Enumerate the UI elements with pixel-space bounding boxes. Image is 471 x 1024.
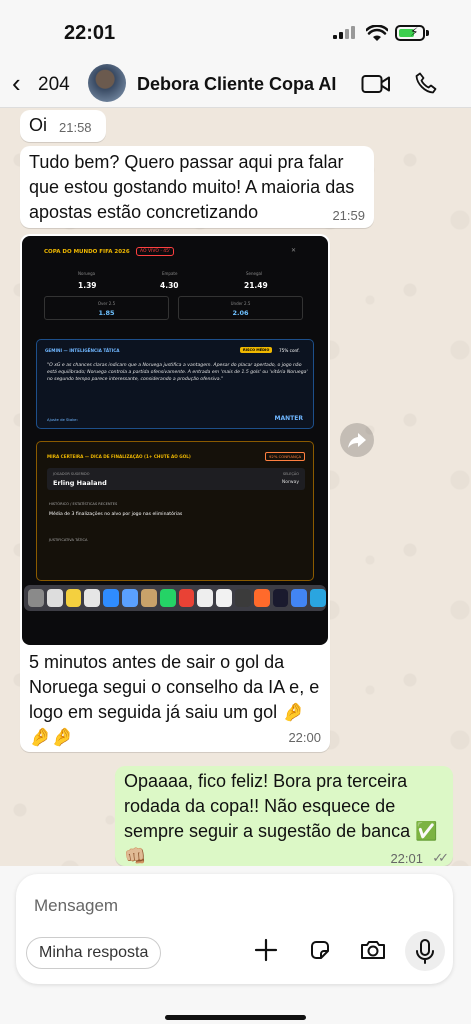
confidence-label: 75% conf.	[279, 348, 300, 353]
live-badge: AO VIVO · 45'	[136, 247, 175, 256]
total-value: 1.85	[98, 309, 115, 317]
plus-icon[interactable]	[254, 938, 278, 962]
odds-label: Empate	[162, 271, 178, 276]
voice-message-button[interactable]	[405, 931, 445, 971]
message-time: 22:01	[390, 851, 423, 866]
player-name: Erling Haaland	[53, 479, 107, 487]
stake-action: MANTER	[274, 415, 303, 422]
message-input[interactable]: Mensagem	[34, 896, 118, 916]
justification-label: JUSTIFICATIVA TÁTICA	[49, 538, 88, 542]
contact-name[interactable]: Debora Cliente Copa AI	[137, 74, 336, 95]
wifi-icon	[366, 25, 388, 41]
message-time: 21:58	[59, 120, 92, 135]
player-box: JOGADOR SUGERIDO Erling Haaland SELEÇÃO …	[47, 468, 305, 490]
camera-icon[interactable]	[359, 938, 387, 962]
attached-screenshot-image[interactable]: COPA DO MUNDO FIFA 2026 AO VIVO · 45' ✕ …	[22, 236, 328, 645]
total-label: Under 2.5	[230, 301, 251, 306]
gemini-title: GEMINI — INTELIGÊNCIA TÁTICA	[45, 348, 120, 353]
voice-call-icon[interactable]	[414, 71, 438, 95]
video-call-icon[interactable]	[361, 73, 391, 95]
battery-icon: ⚡	[395, 25, 425, 41]
gemini-panel: GEMINI — INTELIGÊNCIA TÁTICA RISCO MÉDIO…	[36, 339, 314, 429]
odds-value: 21.49	[244, 281, 268, 290]
composer-bar: Mensagem Minha resposta	[0, 866, 471, 1024]
selection-label: SELEÇÃO	[282, 472, 299, 476]
message-text: Oi	[29, 115, 47, 135]
unread-count[interactable]: 204	[38, 74, 70, 96]
history-value: Média de 3 finalizações no alvo por jogo…	[49, 512, 183, 517]
sticker-icon[interactable]	[308, 938, 332, 962]
message-time: 21:59	[332, 208, 365, 223]
macos-dock	[24, 585, 326, 611]
chat-header: ‹ 204 Debora Cliente Copa AI	[0, 62, 471, 108]
over-box: Over 2.5 1.85	[44, 296, 169, 320]
read-checks-icon: ✓✓	[432, 850, 449, 865]
mira-confidence-badge: 92% CONFIANÇA	[265, 452, 306, 461]
message-text: 5 minutos antes de sair o gol da Noruega…	[29, 652, 320, 747]
player-label: JOGADOR SUGERIDO	[53, 472, 90, 476]
suggested-reply-chip[interactable]: Minha resposta	[26, 937, 162, 969]
close-icon: ✕	[290, 247, 296, 254]
odds-value: 1.39	[78, 281, 97, 290]
incoming-message[interactable]: Oi 21:58	[20, 110, 106, 142]
home-indicator	[165, 1015, 306, 1020]
status-bar: 22:01 ⚡	[0, 0, 471, 62]
total-label: Over 2.5	[97, 301, 116, 306]
battery-tip	[426, 30, 429, 36]
forward-arrow-icon	[348, 433, 366, 448]
odds-value: 4.30	[160, 281, 179, 290]
app-title: COPA DO MUNDO FIFA 2026	[44, 249, 130, 255]
message-text: Tudo bem? Quero passar aqui pra falar qu…	[29, 152, 355, 222]
selection-value: Norway	[281, 480, 299, 485]
odds-label: Senegal	[246, 271, 263, 276]
risk-badge: RISCO MÉDIO	[240, 347, 273, 353]
status-time: 22:01	[64, 22, 116, 44]
mira-panel: MIRA CERTEIRA — DICA DE FINALIZAÇÃO (1+ …	[36, 441, 314, 581]
under-box: Under 2.5 2.06	[178, 296, 303, 320]
back-chevron-icon[interactable]: ‹	[12, 70, 21, 96]
incoming-image-message[interactable]: COPA DO MUNDO FIFA 2026 AO VIVO · 45' ✕ …	[20, 234, 330, 752]
mira-title: MIRA CERTEIRA — DICA DE FINALIZAÇÃO (1+ …	[47, 454, 191, 459]
message-time: 22:00	[288, 730, 321, 745]
forward-button[interactable]	[340, 423, 374, 457]
gemini-analysis: "O xG e as chances claras indicam que a …	[47, 363, 308, 382]
incoming-message[interactable]: Tudo bem? Quero passar aqui pra falar qu…	[20, 146, 374, 228]
stake-label: Ajuste de Stake:	[47, 417, 78, 422]
cellular-signal-icon	[333, 26, 355, 39]
total-value: 2.06	[232, 309, 249, 317]
outgoing-message[interactable]: Opaaaa, fico feliz! Bora pra terceira ro…	[115, 766, 453, 866]
contact-avatar[interactable]	[88, 64, 126, 102]
odds-label: Noruega	[78, 271, 96, 276]
microphone-icon	[416, 939, 434, 964]
composer-card: Mensagem Minha resposta	[16, 874, 453, 984]
history-label: HISTÓRICO / ESTATÍSTICAS RECENTES	[49, 502, 118, 506]
